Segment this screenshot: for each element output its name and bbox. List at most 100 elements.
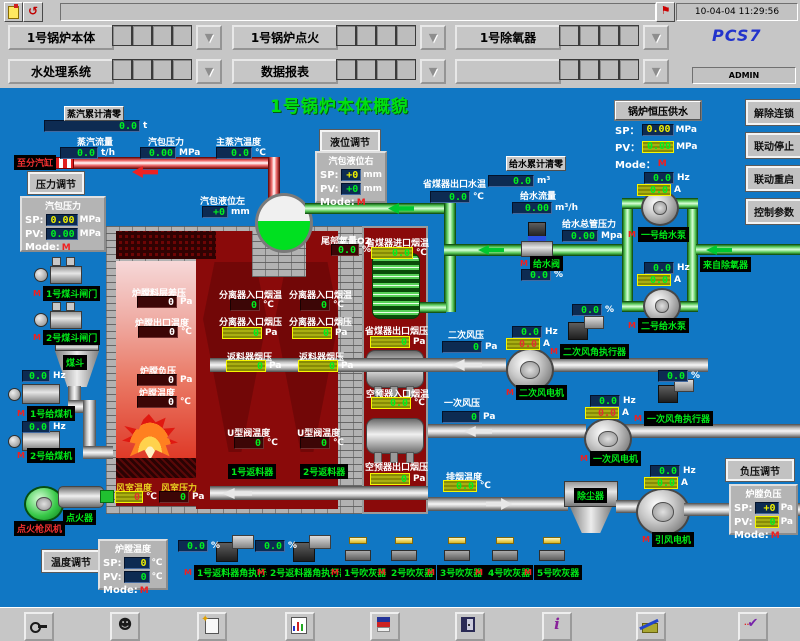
dust-collector-hopper xyxy=(570,507,612,533)
trend-icon[interactable] xyxy=(285,612,315,641)
disable-icon[interactable] xyxy=(636,612,666,641)
tag-feedwater-valve[interactable]: M给水阀 xyxy=(520,256,563,271)
release-interlock-button[interactable]: 解除连锁 xyxy=(746,100,800,125)
alarm-cell xyxy=(559,25,579,46)
nav-arrow-4[interactable]: ▼ xyxy=(196,59,222,84)
tag-from-deaerator[interactable]: 来自除氧器 xyxy=(700,257,751,272)
temperature-adjust-button[interactable]: 温度调节 xyxy=(42,550,100,572)
tag-coal-feeder-1[interactable]: M1号给煤机 xyxy=(17,406,75,421)
tag-secondary-damper-actuator[interactable]: M二次风角执行器 xyxy=(550,344,629,359)
feedwater-total-reset-button[interactable]: 给水累计清零 xyxy=(506,156,566,171)
furnace-vacuum-row-PV: PV:0Pa xyxy=(734,516,793,528)
gate2-motor xyxy=(34,313,48,327)
tag-feedwater-pump-2[interactable]: M二号给水泵 xyxy=(628,318,689,333)
report-icon[interactable] xyxy=(370,612,400,641)
tag-feedwater-pump-2-text: 二号给水泵 xyxy=(638,318,689,333)
value-return-press-1: 0Pa xyxy=(226,360,281,372)
tag-primary-fan-motor-mode-flag: M xyxy=(580,454,588,463)
air-preheater-2[interactable] xyxy=(366,418,424,454)
tag-sootblower-1-mode-flag: M xyxy=(331,568,339,577)
drum-level-right-pv-digits: +0 xyxy=(346,184,358,195)
tag-sootblower-5[interactable]: M5号吹灰器 xyxy=(524,565,582,580)
tag-ignition-gun-fan[interactable]: 点火枪风机 xyxy=(14,521,65,536)
tag-return-feeder-1[interactable]: 1号返料器 xyxy=(228,464,276,479)
nav-arrow-5[interactable]: ▼ xyxy=(420,59,446,84)
value-bed-diff-pressure: 0Pa xyxy=(137,296,192,308)
sootblower-2-icon[interactable] xyxy=(391,550,417,561)
tag-coal-gate-2[interactable]: M2号煤斗闸门 xyxy=(33,330,100,345)
value-secondary-damper-pct-box: 0.0 xyxy=(572,304,602,316)
coal-feeder-1-icon[interactable] xyxy=(22,384,60,404)
nav-arrow-2[interactable]: ▼ xyxy=(420,25,446,50)
tag-return-feeder-2-text: 2号返料器 xyxy=(300,464,348,479)
value-return-press-2-box: 0 xyxy=(298,360,338,372)
tag-to-steam-header[interactable]: 至分汽缸 xyxy=(14,155,56,170)
nav-arrow-6[interactable]: ▼ xyxy=(643,59,669,84)
igniter-body[interactable] xyxy=(58,486,104,508)
value-feedwater-valve-pct-unit: % xyxy=(554,270,563,280)
vacuum-adjust-button[interactable]: 负压调节 xyxy=(726,459,794,481)
value-feedwater-header-pressure: 0.00Mpa xyxy=(562,230,622,242)
steam-drum[interactable] xyxy=(255,193,313,253)
tag-primary-damper-actuator[interactable]: M一次风角执行器 xyxy=(634,411,713,426)
note-icon[interactable] xyxy=(4,2,23,22)
feedwater-valve-body[interactable] xyxy=(521,241,553,257)
id-fan-icon[interactable] xyxy=(636,488,690,536)
linked-stop-button[interactable]: 联动停止 xyxy=(746,133,800,158)
value-eco-inlet-gas-temp: 0.0℃ xyxy=(371,247,427,259)
level-adjust-button[interactable]: 液位调节 xyxy=(320,130,380,152)
key-icon[interactable] xyxy=(24,612,54,641)
label-eco-outlet-water-temp: 省煤器出口水温 xyxy=(423,177,486,190)
nav-boiler-body[interactable]: 1号锅炉本体 xyxy=(8,25,114,50)
drum-level-right-mode-row: Mode:M xyxy=(320,197,382,208)
top-chrome: ↺ ⚑ 10-04-04 11:29:56 1号锅炉本体 ▼ 1号锅炉点火 ▼ … xyxy=(0,0,800,88)
sootblower-1-cap xyxy=(349,537,367,544)
coal-gate-1-icon[interactable] xyxy=(50,266,82,284)
furnace-temperature-key: PV: xyxy=(103,572,122,583)
redo-icon[interactable]: ↺ xyxy=(23,2,43,22)
tag-coal-hopper[interactable]: 煤斗 xyxy=(63,355,87,370)
alarm-cell xyxy=(132,25,152,46)
sootblower-5-icon[interactable] xyxy=(539,550,565,561)
nav-water-treatment[interactable]: 水处理系统 xyxy=(8,59,114,84)
sign-icon[interactable]: ✔·· xyxy=(738,612,768,641)
value-separator-inlet-temp-2-digits: 0 xyxy=(321,300,327,311)
nav-boiler-ignition[interactable]: 1号锅炉点火 xyxy=(232,25,338,50)
nav-arrow-1[interactable]: ▼ xyxy=(196,25,222,50)
value-aph-outlet-gas-press-digits: 0 xyxy=(401,474,407,485)
tag-feedwater-pump-1[interactable]: M一号给水泵 xyxy=(628,227,689,242)
alarm-flag-icon[interactable]: ⚑ xyxy=(656,2,675,22)
tag-return-feeder-2[interactable]: 2号返料器 xyxy=(300,464,348,479)
user-icon[interactable]: ☻ xyxy=(110,612,140,641)
sootblower-3-icon[interactable] xyxy=(444,550,470,561)
steam-total-reset-button[interactable]: 蒸汽累计清零 xyxy=(64,106,124,121)
pcs7-logo: PCS7 xyxy=(712,26,762,45)
boiler-constant-press-feedwater-title: 锅炉恒压供水 xyxy=(615,101,701,120)
nav-data-report[interactable]: 数据报表 xyxy=(232,59,338,84)
linked-restart-button[interactable]: 联动重启 xyxy=(746,166,800,191)
tag-secondary-fan-motor-text: 二次风电机 xyxy=(516,385,567,400)
alarm-cell xyxy=(559,59,579,80)
tag-return-actuator-1-mode-flag: M xyxy=(184,568,192,577)
coal-gate-2-icon[interactable] xyxy=(50,311,82,329)
tag-secondary-fan-motor[interactable]: M二次风电机 xyxy=(506,385,567,400)
nav-deaerator[interactable]: 1号除氧器 xyxy=(455,25,561,50)
tag-primary-fan-motor[interactable]: M一次风电机 xyxy=(580,451,641,466)
furnace-temperature-faceplate: 炉膛温度SP:0℃PV:0℃Mode:M xyxy=(98,539,168,590)
tag-coal-gate-1[interactable]: M1号煤斗闸门 xyxy=(33,286,100,301)
tag-dust-collector[interactable]: 除尘器 xyxy=(574,488,607,503)
tag-igniter[interactable]: 点火器 xyxy=(63,510,96,525)
furnace-bed xyxy=(116,458,196,478)
tag-id-fan-motor[interactable]: M引风电机 xyxy=(642,532,694,547)
nav-arrow-3[interactable]: ▼ xyxy=(643,25,669,50)
new-report-icon[interactable]: ✦ xyxy=(197,612,227,641)
nav-empty[interactable] xyxy=(455,59,561,84)
pressure-adjust-button[interactable]: 压力调节 xyxy=(28,172,84,194)
tag-coal-feeder-2[interactable]: M2号给煤机 xyxy=(17,448,75,463)
sootblower-1-icon[interactable] xyxy=(345,550,371,561)
sootblower-4-icon[interactable] xyxy=(492,550,518,561)
control-params-button[interactable]: 控制参数 xyxy=(746,199,800,224)
value-eco-outlet-water-temp-unit: ℃ xyxy=(473,192,484,202)
exit-icon[interactable] xyxy=(455,612,485,641)
info-icon[interactable]: i xyxy=(542,612,572,641)
